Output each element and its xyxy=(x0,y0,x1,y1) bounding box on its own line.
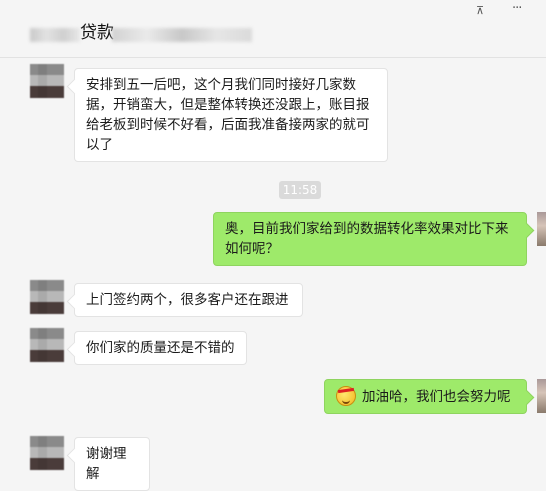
blurred-contact-name-suffix xyxy=(112,28,252,42)
message-bubble-received[interactable]: 安排到五一后吧，这个月我们同时接好几家数据，开销蛮大，但是整体转换还没跟上，账目… xyxy=(74,68,388,162)
chat-header: 贷款 ⊼ ··· xyxy=(0,0,546,58)
message-bubble-received[interactable]: 上门签约两个，很多客户还在跟进 xyxy=(74,283,303,317)
more-icon[interactable]: ··· xyxy=(512,1,522,16)
avatar[interactable] xyxy=(30,436,64,470)
message-bubble-received[interactable]: 谢谢理解 xyxy=(74,437,150,491)
timestamp: 11:58 xyxy=(279,181,321,199)
fighting-emoji-icon xyxy=(336,386,356,406)
message-text: 你们家的质量还是不错的 xyxy=(86,340,235,356)
message-text: 加油哈，我们也会努力呢 xyxy=(362,389,511,405)
message-bubble-sent[interactable]: 奥，目前我们家给到的数据转化率效果对比下来如何呢？ xyxy=(213,212,527,266)
message-text: 奥，目前我们家给到的数据转化率效果对比下来如何呢？ xyxy=(225,221,509,257)
blurred-contact-name xyxy=(30,28,80,42)
chat-title: 贷款 xyxy=(80,23,114,43)
message-text: 上门签约两个，很多客户还在跟进 xyxy=(86,292,289,308)
message-bubble-received[interactable]: 你们家的质量还是不错的 xyxy=(74,331,247,365)
self-avatar[interactable] xyxy=(537,212,546,246)
message-text: 谢谢理解 xyxy=(86,446,127,482)
avatar[interactable] xyxy=(30,280,64,314)
avatar[interactable] xyxy=(30,328,64,362)
message-bubble-sent[interactable]: 加油哈，我们也会努力呢 xyxy=(324,379,527,414)
pin-icon[interactable]: ⊼ xyxy=(476,4,484,17)
self-avatar[interactable] xyxy=(537,379,546,413)
message-text: 安排到五一后吧，这个月我们同时接好几家数据，开销蛮大，但是整体转换还没跟上，账目… xyxy=(86,77,370,153)
avatar[interactable] xyxy=(30,64,64,98)
